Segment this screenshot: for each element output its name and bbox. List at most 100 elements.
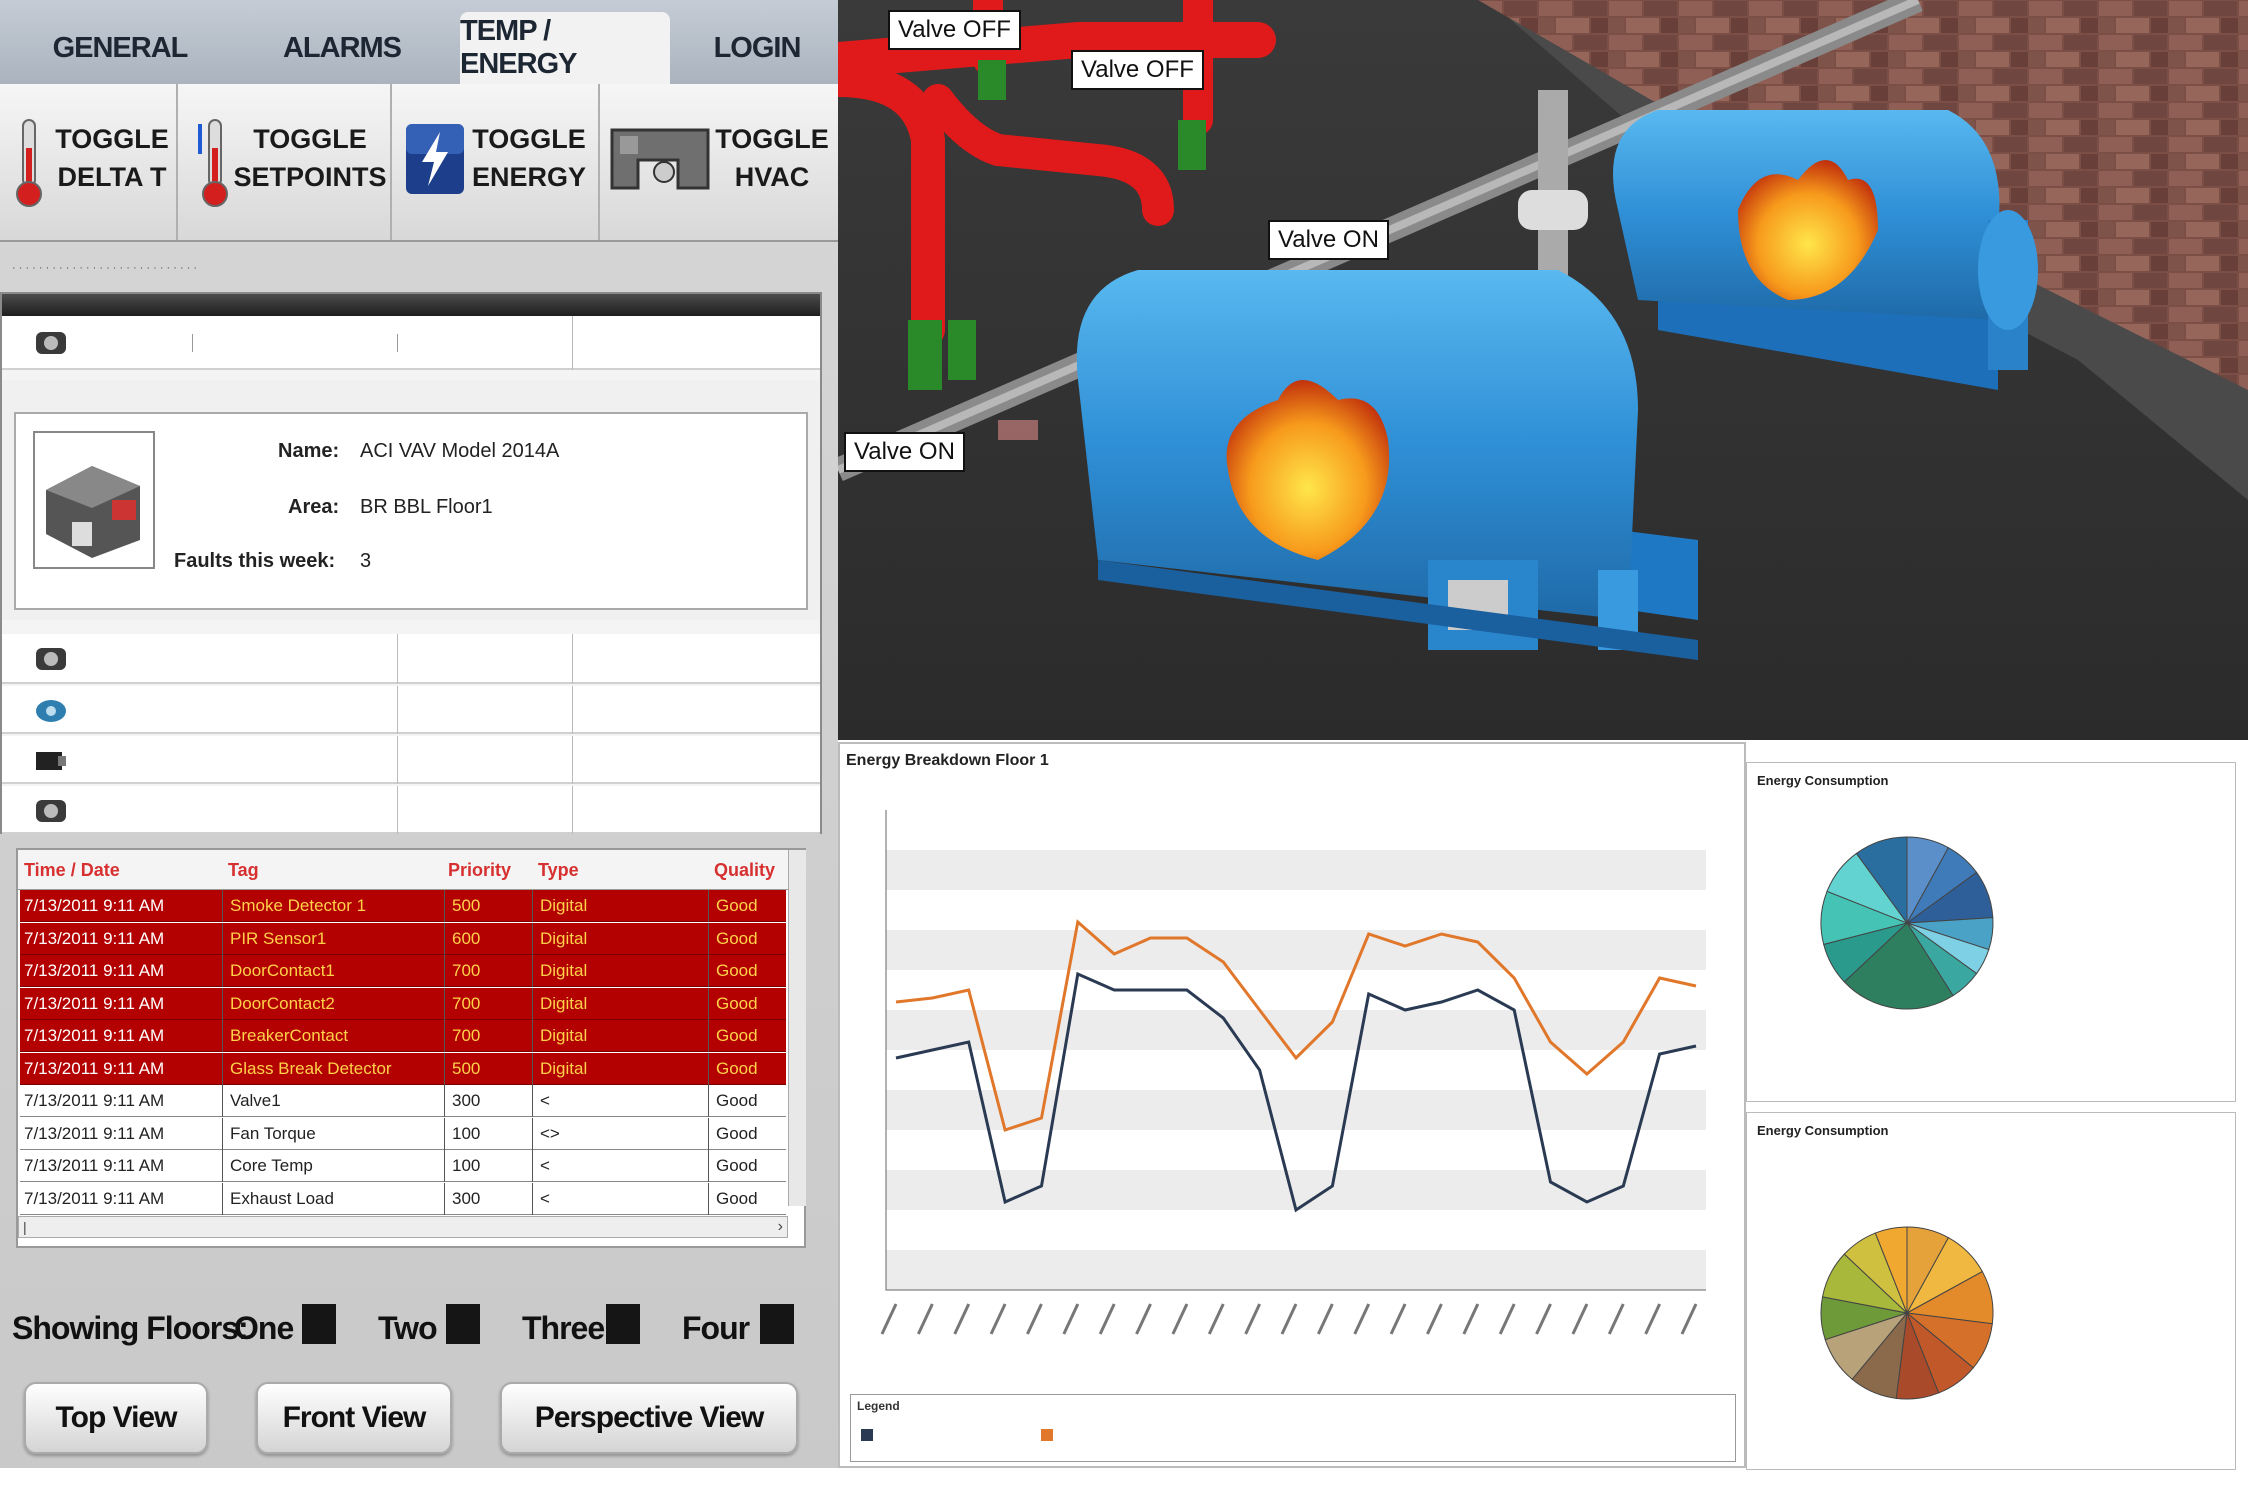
x-tick-label: [1607, 1303, 1625, 1335]
cell-type: <: [540, 1156, 550, 1175]
table-row[interactable]: 7/13/2011 9:11 AM BreakerContact 700 Digita…: [20, 1020, 786, 1052]
x-tick-label: [1644, 1303, 1661, 1335]
tab-login[interactable]: LOGIN: [690, 12, 824, 84]
toggle-energy-button[interactable]: TOGGLE ENERGY: [394, 84, 600, 240]
list-item[interactable]: [2, 686, 820, 734]
control-panel: GENERAL ALARMS TEMP / ENERGY LOGIN TOGGL…: [0, 0, 838, 1468]
floor-two-label: Two: [378, 1310, 438, 1346]
cell-tag: Core Temp: [230, 1156, 313, 1175]
list-item[interactable]: [2, 316, 820, 370]
cell-tag: PIR Sensor1: [230, 928, 327, 948]
horizontal-scrollbar[interactable]: | ›: [18, 1216, 788, 1238]
pie-chart-panel: Energy Consumption: [1746, 762, 2236, 1102]
grid-band: [886, 1090, 1706, 1130]
floor-three-checkbox[interactable]: [606, 1304, 640, 1344]
cell-tag: Exhaust Load: [230, 1188, 334, 1208]
cell-quality: Good: [716, 961, 758, 980]
cell-tag: DoorContact2: [230, 993, 335, 1013]
cell-type: Digital: [540, 928, 588, 948]
cell-quality: Good: [716, 1188, 758, 1208]
scroll-left-icon[interactable]: |: [23, 1219, 27, 1235]
cell-priority: 500: [452, 1058, 481, 1078]
legend-swatch: [861, 1429, 873, 1441]
x-tick-label: [989, 1303, 1007, 1335]
cell-time: 7/13/2011 9:11 AM: [24, 928, 165, 948]
thermometer-icon: [16, 119, 42, 207]
col-quality[interactable]: Quality: [714, 860, 775, 881]
floor-one-label: One: [234, 1310, 294, 1346]
grid-band: [886, 850, 1706, 890]
toggle-setpoints-button[interactable]: TOGGLE SETPOINTS: [180, 84, 392, 240]
x-tick-label: [1098, 1303, 1116, 1335]
boiler-3d-view[interactable]: Valve OFF Valve OFF Valve ON Valve ON: [838, 0, 2248, 740]
tab-alarms[interactable]: ALARMS: [242, 12, 442, 84]
cell-type: Digital: [540, 961, 588, 980]
toggle-delta-t-label: TOGGLE DELTA T: [55, 124, 169, 192]
valve-label[interactable]: Valve OFF: [1071, 50, 1204, 90]
table-row[interactable]: 7/13/2011 9:11 AM Valve1 300 < Good: [20, 1085, 786, 1117]
device-list: Name: ACI VAV Model 2014A Area: BR BBL F…: [0, 292, 822, 834]
toggle-delta-t-button[interactable]: TOGGLE DELTA T: [0, 84, 178, 240]
top-view-button[interactable]: Top View: [24, 1382, 208, 1454]
col-type[interactable]: Type: [538, 860, 579, 881]
x-tick-label: [1535, 1303, 1552, 1335]
cell-time: 7/13/2011 9:11 AM: [24, 1188, 165, 1208]
device-list-header: [2, 294, 820, 316]
perspective-view-button[interactable]: Perspective View: [500, 1382, 798, 1454]
tab-general[interactable]: GENERAL: [20, 12, 220, 84]
list-item[interactable]: [2, 786, 820, 834]
cell-time: 7/13/2011 9:11 AM: [24, 961, 165, 980]
alarm-table: Time / Date Tag Priority Type Quality 7/…: [16, 848, 806, 1248]
floor-selector: Showing Floors: One Two Three Four: [0, 1290, 838, 1368]
list-item[interactable]: [2, 634, 820, 684]
x-tick-label: [1571, 1303, 1589, 1335]
x-tick-label: [1462, 1303, 1480, 1335]
device-faults-label: Faults this week:: [174, 550, 336, 572]
col-time-date[interactable]: Time / Date: [24, 860, 120, 881]
valve-label[interactable]: Valve OFF: [888, 10, 1021, 50]
grid-band: [886, 1250, 1706, 1290]
floor-two-checkbox[interactable]: [446, 1304, 480, 1344]
line-chart: [880, 810, 1706, 1335]
scroll-right-icon[interactable]: ›: [778, 1218, 783, 1236]
floor-four-checkbox[interactable]: [760, 1304, 794, 1344]
cell-type: Digital: [540, 1058, 588, 1078]
grid-band: [886, 1010, 1706, 1050]
table-row[interactable]: 7/13/2011 9:11 AM PIR Sensor1 600 Digital Go…: [20, 922, 786, 955]
table-row[interactable]: 7/13/2011 9:11 AM Glass Break Detector 500…: [20, 1052, 786, 1085]
valve-label[interactable]: Valve ON: [844, 432, 965, 472]
vav-unit-icon: [36, 800, 66, 822]
toggle-hvac-button[interactable]: TOGGLE HVAC: [602, 84, 838, 240]
table-row[interactable]: 7/13/2011 9:11 AM Smoke Detector 1 500 Digi…: [20, 890, 786, 922]
col-priority[interactable]: Priority: [448, 860, 511, 881]
cell-quality: Good: [716, 1058, 758, 1078]
cell-tag: Glass Break Detector: [230, 1058, 392, 1078]
tab-temp-energy[interactable]: TEMP / ENERGY: [460, 12, 670, 84]
x-tick-label: [1244, 1303, 1261, 1335]
floor-one-checkbox[interactable]: [302, 1304, 336, 1344]
vav-unit-image: [33, 431, 155, 569]
col-tag[interactable]: Tag: [228, 860, 259, 881]
table-row[interactable]: 7/13/2011 9:11 AM Core Temp 100 < Good: [20, 1150, 786, 1182]
table-row[interactable]: 7/13/2011 9:11 AM DoorContact2 700 Digital G…: [20, 987, 786, 1020]
fan-unit-icon: [36, 700, 66, 722]
list-item[interactable]: [2, 736, 820, 784]
toggle-energy-label: TOGGLE ENERGY: [471, 124, 587, 192]
cell-priority: 700: [452, 961, 481, 980]
x-tick-label: [880, 1303, 898, 1335]
table-row[interactable]: 7/13/2011 9:11 AM DoorContact1 700 Digital G…: [20, 955, 786, 987]
cell-tag: Valve1: [230, 1091, 281, 1110]
table-row[interactable]: 7/13/2011 9:11 AM Fan Torque 100 <> Good: [20, 1117, 786, 1150]
legend-swatch: [1041, 1429, 1053, 1441]
cell-type: <: [540, 1188, 550, 1208]
energy-line-chart-panel: Energy Breakdown Floor 1 Legend: [838, 742, 1746, 1468]
pie-chart-title: Energy Consumption: [1757, 773, 1889, 788]
vertical-scrollbar[interactable]: [788, 850, 806, 1206]
x-tick-label: [1426, 1303, 1443, 1335]
front-view-button[interactable]: Front View: [256, 1382, 452, 1454]
cell-tag: Fan Torque: [230, 1123, 316, 1143]
table-row[interactable]: 7/13/2011 9:11 AM Exhaust Load 300 < Good: [20, 1182, 786, 1215]
valve-label[interactable]: Valve ON: [1268, 220, 1389, 260]
cell-priority: 700: [452, 993, 481, 1013]
cell-priority: 100: [452, 1123, 481, 1143]
